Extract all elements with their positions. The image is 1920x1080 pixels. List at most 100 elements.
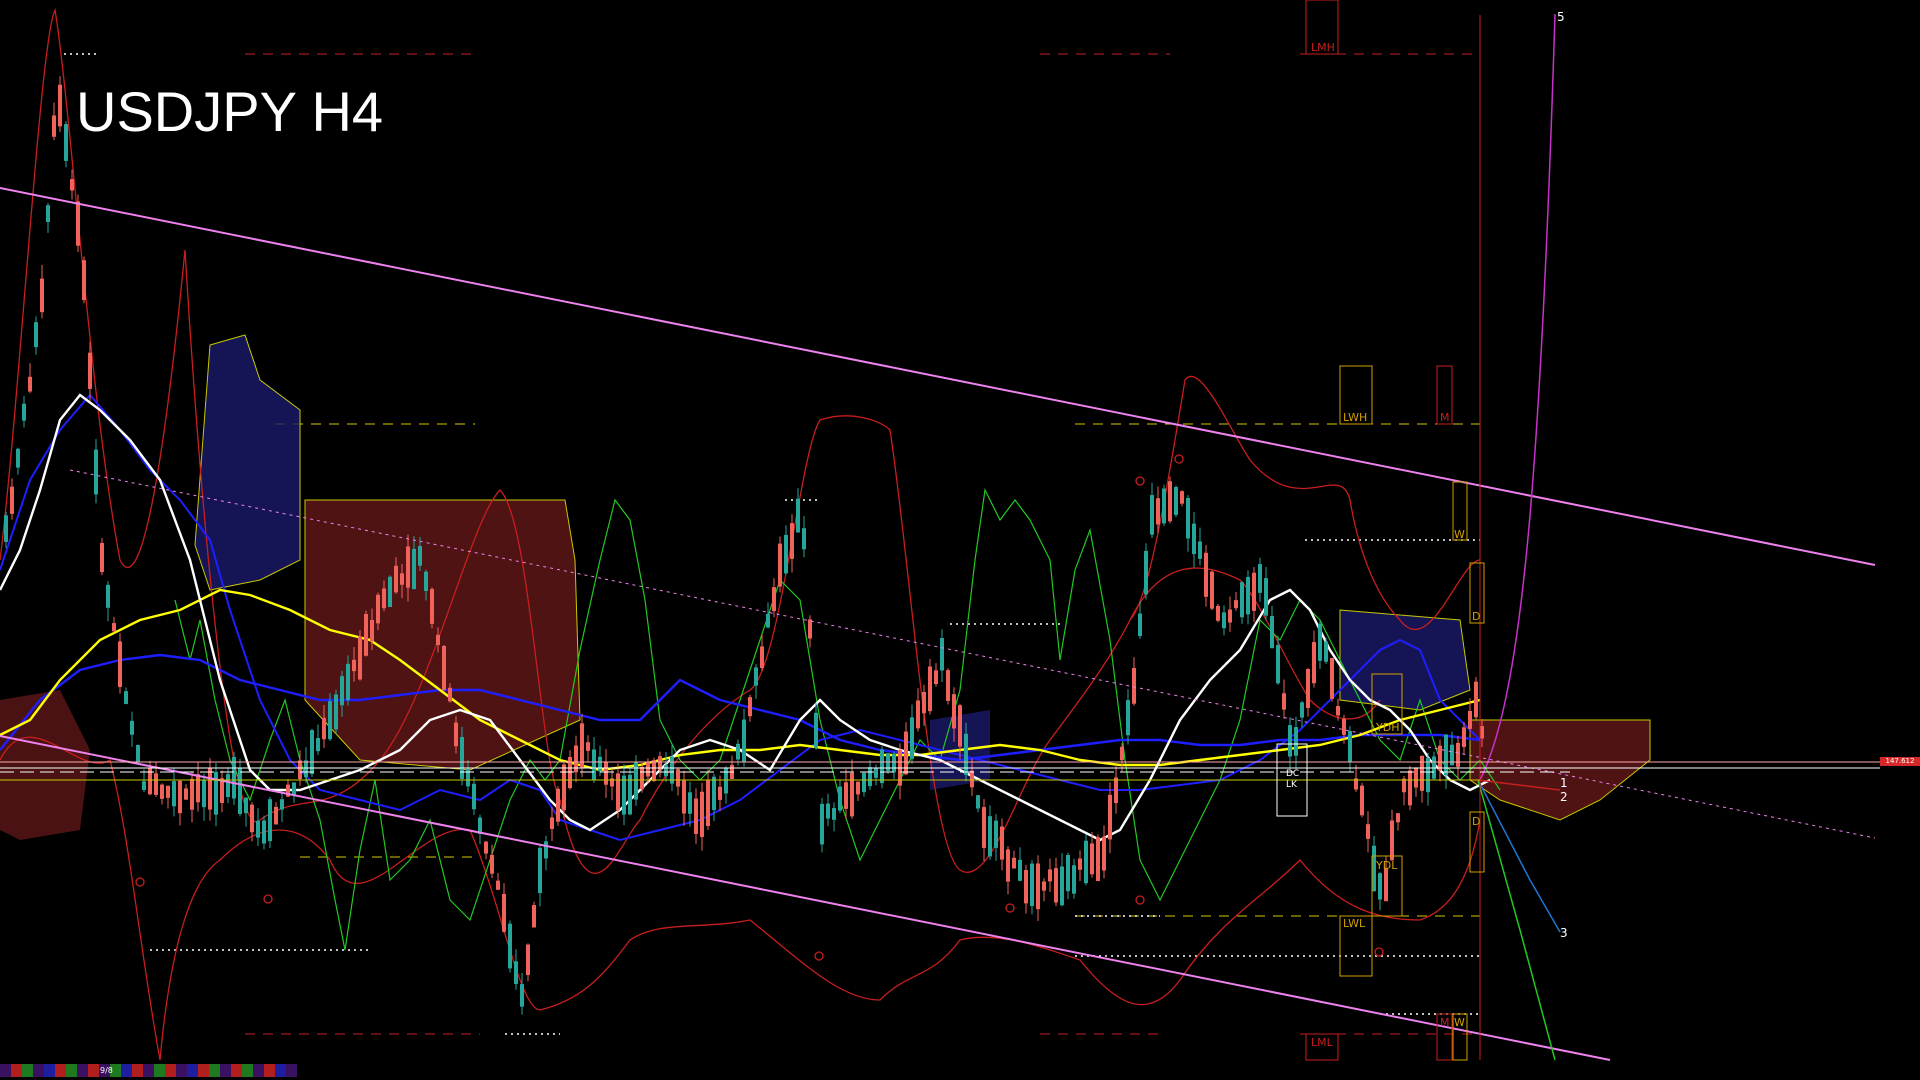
candle-body (862, 773, 866, 793)
candle-body (46, 205, 50, 223)
status-cell (143, 1064, 154, 1077)
label-d-top: D (1472, 610, 1481, 623)
candle-body (184, 788, 188, 800)
candle-body (856, 781, 860, 795)
candle-body (70, 179, 74, 191)
candle-body (1180, 491, 1184, 504)
candle-body (1216, 605, 1220, 621)
candle-body (88, 352, 92, 389)
candle-body (1048, 869, 1052, 882)
candle-body (142, 781, 146, 791)
candle-body (1042, 881, 1046, 891)
status-cell (11, 1064, 22, 1077)
candle-body (112, 623, 116, 632)
candle-body (1210, 571, 1214, 609)
candle-body (934, 670, 938, 685)
candle-body (826, 803, 830, 819)
trading-chart[interactable] (0, 0, 1920, 1080)
candle-body (238, 768, 242, 814)
candle-body (76, 201, 80, 246)
candle-body (874, 768, 878, 778)
candle-body (808, 619, 812, 639)
candle-body (1312, 642, 1316, 684)
candle-body (334, 694, 338, 730)
candle-body (844, 782, 848, 809)
candle-body (1132, 667, 1136, 704)
candle-body (160, 784, 164, 799)
candle-body (82, 260, 86, 301)
candle-body (1036, 863, 1040, 910)
candle-body (454, 722, 458, 747)
candle-body (1282, 693, 1286, 710)
candle-body (262, 820, 266, 844)
label-lmh: LMH (1311, 41, 1335, 54)
candle-body (1114, 777, 1118, 804)
candle-body (1468, 710, 1472, 729)
candle-body (1348, 731, 1352, 763)
candle-body (130, 720, 134, 735)
candle-body (136, 744, 140, 762)
candle-body (1420, 755, 1424, 791)
candle-body (394, 565, 398, 593)
candle-body (1366, 824, 1370, 839)
candle-body (742, 719, 746, 762)
candle-body (1474, 681, 1478, 718)
current-price-tag: 147.612 (1880, 757, 1920, 766)
label-dc: DC (1286, 769, 1300, 779)
candle-body (1396, 813, 1400, 823)
label-ydh: YDH (1376, 721, 1400, 734)
candle-body (1126, 700, 1130, 736)
candle-body (256, 820, 260, 838)
candle-body (1060, 866, 1064, 906)
candle-body (94, 449, 98, 495)
candle-body (226, 774, 230, 797)
candle-body (196, 774, 200, 803)
candle-body (694, 798, 698, 834)
candle-body (1330, 657, 1334, 699)
candle-body (916, 700, 920, 729)
candle-body (118, 641, 122, 688)
candle-body (1168, 481, 1172, 522)
candle-body (598, 756, 602, 772)
candle-body (202, 780, 206, 808)
status-cell (176, 1064, 187, 1077)
candle-body (538, 847, 542, 894)
candle-body (514, 961, 518, 985)
candle-body (622, 775, 626, 815)
candle-body (190, 778, 194, 810)
status-cell (33, 1064, 44, 1077)
status-cell (198, 1064, 209, 1077)
candle-body (952, 694, 956, 729)
candle-body (502, 893, 506, 932)
candle-body (1360, 785, 1364, 816)
candle-body (1300, 702, 1304, 718)
candle-body (298, 760, 302, 780)
candle-body (634, 761, 638, 800)
candle-body (1024, 870, 1028, 904)
candle-body (4, 515, 8, 542)
candle-body (646, 762, 650, 777)
candle-body (1378, 873, 1382, 900)
candle-body (1066, 854, 1070, 892)
status-cell (187, 1064, 198, 1077)
candle-body (1252, 572, 1256, 611)
label-lwh: LWH (1343, 411, 1368, 424)
candle-body (406, 546, 410, 588)
candle-body (802, 528, 806, 550)
candle-body (244, 797, 248, 814)
candle-body (418, 545, 422, 566)
candle-body (526, 944, 530, 976)
status-cell (275, 1064, 286, 1077)
candle-body (1336, 706, 1340, 716)
candle-body (946, 670, 950, 701)
candle-body (910, 717, 914, 759)
candle-body (10, 486, 14, 514)
candle-body (1426, 758, 1430, 793)
candle-body (958, 705, 962, 747)
candle-body (1306, 669, 1310, 709)
candle-body (1018, 859, 1022, 881)
candle-body (628, 774, 632, 815)
status-cell (77, 1064, 88, 1077)
candle-body (1162, 488, 1166, 524)
candle-body (106, 584, 110, 608)
